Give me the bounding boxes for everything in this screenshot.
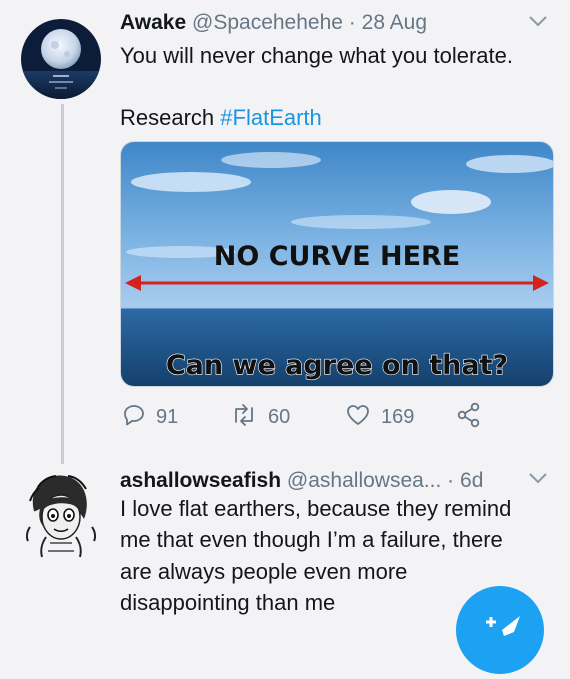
chevron-down-icon[interactable] (528, 471, 548, 490)
share-icon (456, 402, 482, 433)
like-count: 169 (381, 405, 415, 428)
thread-connector-line (61, 104, 64, 464)
image-caption-bottom: Can we agree on that? (166, 350, 508, 381)
tweet-header: Awake @Spacehehehe · 28 Aug (120, 10, 427, 36)
tweet-text-line: me that even though I’m a failure, there (120, 527, 503, 552)
compose-tweet-button[interactable] (456, 586, 544, 674)
tweet-text-line: I love flat earthers, because they remin… (120, 496, 512, 521)
share-button[interactable] (456, 400, 482, 434)
tweet-header: ashallowseafish @ashallowsea... · 6d (120, 468, 483, 494)
retweet-button[interactable]: 60 (230, 400, 290, 434)
heart-icon (345, 403, 371, 432)
separator-dot: · (348, 11, 356, 34)
like-button[interactable]: 169 (345, 400, 414, 434)
tweet-text-research: Research #FlatEarth (120, 102, 322, 133)
separator-dot: · (447, 469, 455, 492)
reply-button[interactable]: 91 (122, 400, 178, 434)
avatar-awake[interactable] (21, 19, 101, 99)
compose-tweet-icon (456, 616, 544, 678)
chevron-down-icon[interactable] (528, 14, 548, 33)
image-caption-top: NO CURVE HERE (214, 241, 461, 272)
tweet-date[interactable]: 6d (460, 469, 483, 492)
display-name[interactable]: ashallowseafish (120, 469, 281, 492)
avatar-ashallowseafish[interactable] (20, 467, 102, 559)
tweet-actions: 91 60 169 (120, 400, 560, 434)
user-handle[interactable]: @ashallowsea... (287, 469, 441, 492)
tweet-text-line: disappointing than me (120, 590, 336, 615)
tweet-date[interactable]: 28 Aug (362, 11, 427, 34)
reply-count: 91 (156, 405, 179, 428)
reply-icon (122, 403, 146, 432)
hashtag-link[interactable]: #FlatEarth (220, 105, 322, 130)
tweet-text-line: You will never change what you tolerate. (120, 43, 513, 68)
user-handle[interactable]: @Spacehehehe (192, 11, 343, 34)
tweet-image[interactable]: NO CURVE HERE Can we agree on that? (120, 141, 554, 387)
tweet-text-line: are always people even more (120, 559, 408, 584)
display-name[interactable]: Awake (120, 11, 186, 34)
retweet-count: 60 (268, 405, 291, 428)
retweet-icon (230, 403, 258, 432)
research-text: Research (120, 105, 215, 130)
